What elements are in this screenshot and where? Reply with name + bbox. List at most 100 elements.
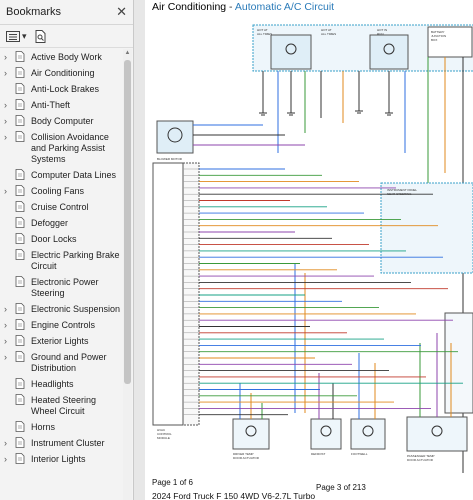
bookmark-page-icon [15,394,25,405]
bookmark-page-icon [15,169,25,180]
scroll-thumb[interactable] [124,60,131,384]
close-panel-icon[interactable]: ✕ [116,4,127,20]
bookmark-label: Instrument Cluster [31,438,105,448]
bookmark-page-icon [15,131,25,142]
chevron-down-icon: ▾ [22,30,27,41]
bookmark-item[interactable]: Door Locks [0,231,121,247]
bookmark-label: Horns [31,422,56,432]
bookmark-item[interactable]: Cruise Control [0,199,121,215]
chevron-right-icon[interactable]: › [4,68,13,79]
bookmark-page-icon [15,335,25,346]
bookmark-page-icon [15,83,25,94]
bookmarks-panel: Bookmarks ✕ ▾ › Active Body Work › Air Cond… [0,0,134,500]
bookmark-label: Electronic Suspension [31,304,121,314]
bookmark-label: Cooling Fans [31,186,85,196]
bookmark-label: Collision Avoidance and Parking Assist S… [31,132,109,164]
scroll-up-icon[interactable]: ▲ [123,49,132,58]
bookmark-label: Cruise Control [31,202,89,212]
bookmark-item[interactable]: Anti-Lock Brakes [0,81,121,97]
find-bookmark-button[interactable] [35,29,47,43]
document-page: Air Conditioning - Automatic A/C Circuit [145,0,473,500]
bookmarks-scrollbar[interactable]: ▲ [123,49,132,500]
bookmark-item[interactable]: Heated Steering Wheel Circuit [0,392,121,419]
chevron-right-icon[interactable]: › [4,320,13,331]
chevron-right-icon[interactable]: › [4,454,13,465]
bookmark-item[interactable]: › Collision Avoidance and Parking Assist … [0,129,121,167]
chevron-right-icon[interactable]: › [4,116,13,127]
bookmark-item[interactable]: Horns [0,419,121,435]
bookmark-label: Anti-Lock Brakes [31,84,100,94]
chevron-right-icon[interactable]: › [4,52,13,63]
bookmark-page-icon [15,115,25,126]
bookmark-page-icon [15,233,25,244]
bookmark-page-icon [15,185,25,196]
page-total-label: Page 3 of 213 [316,483,366,492]
bookmark-item[interactable]: Electric Parking Brake Circuit [0,247,121,274]
bookmark-label: Headlights [31,379,74,389]
bookmark-item[interactable]: › Air Conditioning [0,65,121,81]
bookmark-item[interactable]: Computer Data Lines [0,167,121,183]
svg-text:DEFROST: DEFROST [311,452,326,456]
bookmark-page-icon [15,378,25,389]
page-title-main: Air Conditioning [152,1,227,13]
chevron-right-icon[interactable]: › [4,352,13,363]
svg-text:FOOTWELL: FOOTWELL [351,452,368,456]
bookmark-label: Heated Steering Wheel Circuit [31,395,97,416]
bookmark-item[interactable]: › Electronic Suspension [0,301,121,317]
bookmark-label: Defogger [31,218,69,228]
bookmark-item[interactable]: Headlights [0,376,121,392]
bookmark-item[interactable]: › Cooling Fans [0,183,121,199]
bookmark-label: Air Conditioning [31,68,95,78]
chevron-right-icon[interactable]: › [4,336,13,347]
bookmark-item[interactable]: › Interior Lights [0,451,121,467]
bookmark-label: Interior Lights [31,454,86,464]
bookmark-page-icon [15,99,25,110]
bookmark-label: Body Computer [31,116,94,126]
bookmark-page-icon [15,319,25,330]
svg-text:DOOR ACTUATOR: DOOR ACTUATOR [407,458,434,462]
bookmark-label: Computer Data Lines [31,170,117,180]
svg-text:DOOR ACTUATOR: DOOR ACTUATOR [233,456,260,460]
bookmark-label: Ground and Power Distribution [31,352,107,373]
chevron-right-icon[interactable]: › [4,100,13,111]
bookmark-item[interactable]: › Anti-Theft [0,97,121,113]
bookmark-page-icon [15,421,25,432]
bookmark-page-icon [15,437,25,448]
chevron-right-icon[interactable]: › [4,132,13,143]
bookmark-item[interactable]: Defogger [0,215,121,231]
bookmark-page-icon [15,67,25,78]
bookmark-label: Active Body Work [31,52,102,62]
bookmark-page-icon [15,303,25,314]
chevron-right-icon[interactable]: › [4,438,13,449]
bookmark-page-icon [15,249,25,260]
svg-text:BLOWER MOTOR: BLOWER MOTOR [157,157,183,161]
wiring-diagram: HOT ATALL TIMES HOT ATALL TIMES HOT INRU… [152,24,473,473]
bookmark-label: Electric Parking Brake Circuit [31,250,120,271]
options-menu-button[interactable]: ▾ [6,30,27,42]
bookmarks-toolbar: ▾ [0,25,133,48]
bookmark-page-icon [15,276,25,287]
title-separator: - [226,1,235,13]
bookmark-item[interactable]: Electronic Power Steering [0,274,121,301]
bookmark-item[interactable]: › Ground and Power Distribution [0,349,121,376]
find-bookmark-icon [35,29,46,43]
chevron-right-icon[interactable]: › [4,186,13,197]
bookmark-page-icon [15,51,25,62]
bookmark-item[interactable]: › Exterior Lights [0,333,121,349]
bookmarks-title: Bookmarks [6,6,62,18]
bookmark-list: › Active Body Work › Air Conditioning Anti-L… [0,49,121,500]
svg-text:ALL TIMES: ALL TIMES [321,32,336,36]
bookmark-page-icon [15,217,25,228]
bookmark-item[interactable]: › Body Computer [0,113,121,129]
chevron-right-icon[interactable]: › [4,304,13,315]
svg-text:ALL TIMES: ALL TIMES [257,32,272,36]
bookmark-item[interactable]: › Active Body Work [0,49,121,65]
bookmark-page-icon [15,351,25,362]
options-list-icon [6,30,20,42]
bookmark-item[interactable]: › Instrument Cluster [0,435,121,451]
bookmark-item[interactable]: › Engine Controls [0,317,121,333]
bookmark-label: Door Locks [31,234,77,244]
svg-text:RUN: RUN [377,32,384,36]
bookmark-page-icon [15,453,25,464]
bookmark-page-icon [15,201,25,212]
